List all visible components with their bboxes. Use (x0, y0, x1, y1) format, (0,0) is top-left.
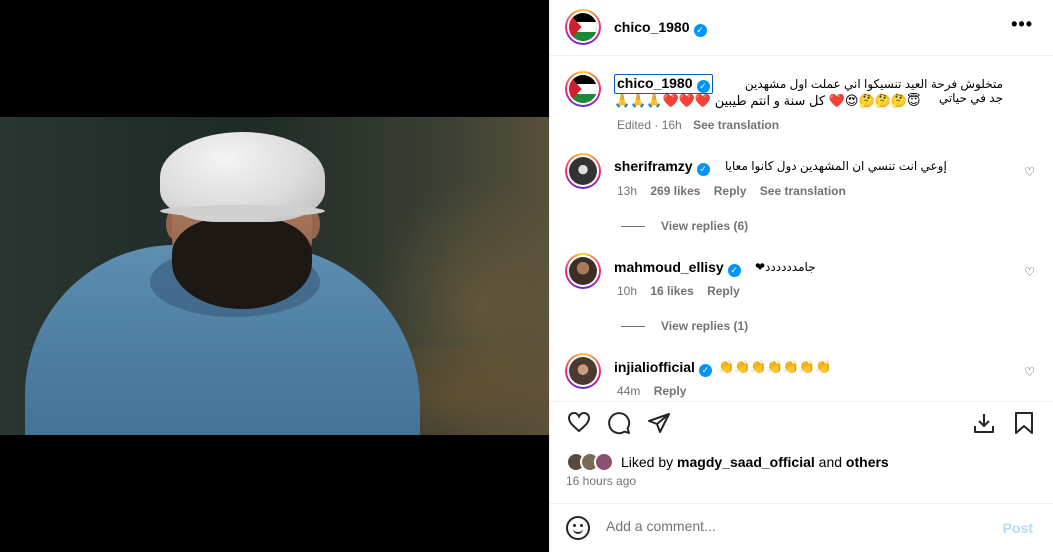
post-media[interactable] (0, 0, 549, 552)
author-username[interactable]: chico_1980 ✓ (614, 19, 707, 37)
author-avatar[interactable] (565, 9, 601, 45)
post-comment-button[interactable]: Post (1003, 520, 1033, 536)
emoji-picker-icon[interactable] (566, 516, 590, 540)
like-heart-icon[interactable] (567, 411, 591, 433)
comment-text: 👏👏👏👏👏👏👏 (718, 359, 832, 374)
more-options-icon[interactable]: ••• (1011, 14, 1033, 35)
post-details-panel: chico_1980 ✓ ••• chico_1980 ✓ متخلوش فرحة … (549, 0, 1053, 552)
download-icon[interactable] (972, 411, 996, 435)
actions-divider (550, 401, 1053, 402)
liked-by-text: Liked by magdy_saad_official and others (621, 454, 889, 470)
verified-badge-icon: ✓ (727, 264, 741, 277)
comment-see-translation[interactable]: See translation (760, 184, 846, 198)
view-replies-button[interactable]: View replies (1) (621, 319, 748, 333)
composer-divider (550, 503, 1053, 504)
comment-meta: 10h 16 likes Reply (617, 284, 740, 298)
liked-by-others[interactable]: others (846, 454, 889, 470)
comment-likes-count[interactable]: 269 likes (650, 184, 700, 198)
share-paper-plane-icon[interactable] (647, 411, 671, 435)
post-timestamp[interactable]: 16 hours ago (566, 474, 636, 488)
caption-username[interactable]: chico_1980 ✓ (614, 74, 713, 94)
caption-emoji-line: 🙏🙏🙏❤️❤️❤️ كل سنة و انتم طيبين ❤️😍🤔🤔🤔😇 (614, 93, 921, 108)
comment-meta: 44m Reply (617, 384, 687, 398)
caption-see-translation[interactable]: See translation (693, 118, 779, 132)
verified-badge-icon: ✓ (698, 364, 712, 377)
reply-button[interactable]: Reply (707, 284, 740, 298)
caption-avatar[interactable] (565, 71, 601, 107)
palestine-flag-icon (569, 13, 597, 41)
palestine-flag-icon (569, 75, 597, 103)
comment-like-icon[interactable]: ♡ (1024, 165, 1035, 179)
comment-bubble-icon[interactable] (607, 411, 631, 435)
reply-button[interactable]: Reply (654, 384, 687, 398)
comment-like-icon[interactable]: ♡ (1024, 265, 1035, 279)
person-beard (172, 217, 312, 309)
comment-meta: 13h 269 likes Reply See translation (617, 184, 846, 198)
add-comment-input[interactable] (606, 518, 986, 534)
comment-like-icon[interactable]: ♡ (1024, 365, 1035, 379)
header-divider (550, 55, 1053, 56)
comment-username[interactable]: mahmoud_ellisy ✓ (614, 259, 741, 277)
comment-text: إوعي انت تنسي ان المشهدين دول كانوا معاي… (725, 159, 947, 173)
video-frame[interactable] (0, 117, 549, 435)
commenter-avatar[interactable] (565, 353, 601, 389)
view-replies-button[interactable]: View replies (6) (621, 219, 748, 233)
verified-badge-icon: ✓ (693, 24, 707, 37)
verified-badge-icon: ✓ (696, 163, 710, 176)
comment-username[interactable]: injialiofficial ✓ (614, 359, 712, 377)
comment-username[interactable]: sheriframzy ✓ (614, 158, 710, 176)
reply-button[interactable]: Reply (714, 184, 747, 198)
liked-by-user[interactable]: magdy_saad_official (677, 454, 815, 470)
verified-badge-icon: ✓ (696, 80, 710, 93)
hair-net-band (160, 205, 325, 217)
comment-likes-count[interactable]: 16 likes (650, 284, 693, 298)
caption-meta: Edited · 16h See translation (617, 118, 780, 132)
commenter-avatar[interactable] (565, 153, 601, 189)
comment-text: جامدددددد❤ (755, 260, 816, 274)
bookmark-icon[interactable] (1013, 411, 1035, 435)
liker-avatar[interactable] (594, 452, 614, 472)
commenter-avatar[interactable] (565, 253, 601, 289)
